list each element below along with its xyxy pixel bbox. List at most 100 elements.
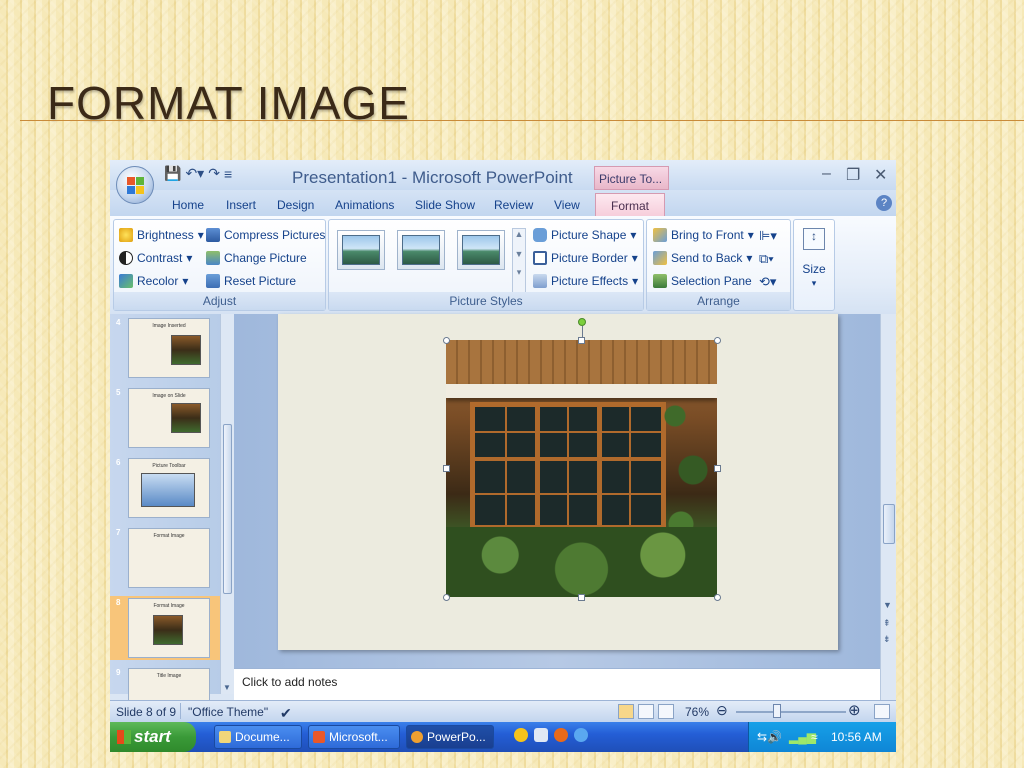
reset-picture-button[interactable]: Reset Picture bbox=[206, 274, 296, 288]
taskbar-item-powerpoint[interactable]: PowerPo... bbox=[406, 725, 494, 749]
notes-scrollbar[interactable] bbox=[880, 668, 896, 700]
align-button[interactable]: ⊫▾ bbox=[759, 228, 777, 244]
scrollbar-thumb[interactable] bbox=[883, 504, 895, 544]
resize-handle[interactable] bbox=[578, 594, 585, 601]
selection-pane-button[interactable]: Selection Pane bbox=[653, 274, 752, 288]
picture-style-3[interactable] bbox=[457, 230, 505, 270]
slide-thumbnail-row-selected[interactable]: 8 Format Image bbox=[110, 596, 220, 660]
notes-placeholder[interactable]: Click to add notes bbox=[242, 675, 337, 689]
slide-thumbnail-row[interactable]: 5 Image on Slide bbox=[110, 386, 220, 450]
rotate-button[interactable]: ⟲▾ bbox=[759, 274, 776, 290]
normal-view-button[interactable] bbox=[618, 704, 634, 719]
wifi-icon[interactable]: ≈ bbox=[811, 730, 818, 744]
minimize-button[interactable]: – bbox=[822, 165, 831, 183]
notes-pane[interactable]: Click to add notes bbox=[234, 668, 880, 700]
brightness-button[interactable]: Brightness ▾ bbox=[119, 228, 204, 242]
bring-to-front-button[interactable]: Bring to Front ▾ bbox=[653, 228, 754, 242]
picture-shape-button[interactable]: Picture Shape ▾ bbox=[533, 228, 636, 242]
recolor-button[interactable]: Recolor ▾ bbox=[119, 274, 188, 288]
help-icon[interactable]: ? bbox=[876, 195, 892, 211]
slides-pane: 4 Image Inserted 5 Image on Slide 6 Pict… bbox=[110, 314, 234, 728]
zoom-level[interactable]: 76% bbox=[685, 705, 709, 719]
close-button[interactable]: ✕ bbox=[874, 165, 887, 185]
picture-border-button[interactable]: Picture Border ▾ bbox=[533, 251, 638, 265]
tab-slide-show[interactable]: Slide Show bbox=[415, 198, 475, 212]
contrast-button[interactable]: Contrast ▾ bbox=[119, 251, 192, 265]
thumbnail-image bbox=[171, 335, 201, 365]
zoom-in-icon[interactable]: ⊕ bbox=[848, 701, 861, 719]
compress-pictures-button[interactable]: Compress Pictures bbox=[206, 228, 325, 242]
send-to-back-button[interactable]: Send to Back ▾ bbox=[653, 251, 752, 265]
previous-slide-icon[interactable]: ⇞ bbox=[883, 618, 891, 629]
rotation-handle[interactable] bbox=[578, 318, 586, 326]
size-button[interactable]: ↕ Size ▾ bbox=[793, 219, 835, 311]
next-slide-icon[interactable]: ⇟ bbox=[883, 634, 891, 645]
picture-style-2[interactable] bbox=[397, 230, 445, 270]
zoom-out-icon[interactable]: ⊖ bbox=[716, 702, 728, 719]
resize-handle[interactable] bbox=[714, 337, 721, 344]
group-button[interactable]: ⧉▾ bbox=[759, 251, 774, 267]
slide-thumbnail-row[interactable]: 6 Picture Toolbar bbox=[110, 456, 220, 520]
zoom-slider-knob[interactable] bbox=[773, 704, 781, 718]
network-icon[interactable]: ⇆🔊 bbox=[757, 730, 782, 744]
slide-vertical-scrollbar[interactable]: ▼ ⇞ ⇟ bbox=[880, 314, 896, 668]
slide-number: 8 bbox=[116, 598, 121, 607]
more-styles-icon[interactable]: ▾ bbox=[513, 267, 525, 278]
restore-button[interactable]: ❐ bbox=[846, 165, 860, 185]
slide-thumbnail[interactable]: Format Image bbox=[128, 528, 210, 588]
resize-handle[interactable] bbox=[443, 594, 450, 601]
dropdown-arrow-icon: ▾ bbox=[197, 228, 204, 242]
picture-effects-button[interactable]: Picture Effects ▾ bbox=[533, 274, 638, 288]
scrollbar-thumb[interactable] bbox=[223, 424, 232, 594]
styles-gallery-scroll[interactable]: ▲ ▼ ▾ bbox=[512, 228, 526, 294]
slide-thumbnail[interactable]: Image Inserted bbox=[128, 318, 210, 378]
spell-check-icon[interactable]: ✔ bbox=[280, 705, 292, 722]
window-title: Presentation1 - Microsoft PowerPoint bbox=[292, 168, 573, 187]
save-icon[interactable]: 💾 bbox=[164, 165, 181, 182]
send-to-back-label: Send to Back bbox=[671, 251, 743, 265]
resize-handle[interactable] bbox=[578, 337, 585, 344]
current-slide[interactable] bbox=[278, 314, 838, 650]
taskbar-item-documents[interactable]: Docume... bbox=[214, 725, 302, 749]
slide-thumbnail[interactable]: Format Image bbox=[128, 598, 210, 658]
bring-to-front-icon bbox=[653, 228, 667, 242]
slide-thumbnail[interactable]: Picture Toolbar bbox=[128, 458, 210, 518]
app-icon[interactable] bbox=[534, 728, 548, 742]
customize-qat-icon[interactable]: ≡ bbox=[224, 166, 232, 182]
slide-thumbnail[interactable]: Image on Slide bbox=[128, 388, 210, 448]
ie-icon[interactable] bbox=[574, 728, 588, 742]
slide-sorter-button[interactable] bbox=[638, 704, 654, 719]
resize-handle[interactable] bbox=[714, 594, 721, 601]
tab-format[interactable]: Format bbox=[595, 193, 665, 217]
resize-handle[interactable] bbox=[714, 465, 721, 472]
scroll-down-icon[interactable]: ▼ bbox=[513, 249, 525, 259]
tab-view[interactable]: View bbox=[554, 198, 580, 212]
selected-picture[interactable] bbox=[446, 340, 717, 597]
undo-icon[interactable]: ↶▾ bbox=[185, 165, 204, 182]
picture-style-1[interactable] bbox=[337, 230, 385, 270]
chrome-icon[interactable] bbox=[514, 728, 528, 742]
tab-home[interactable]: Home bbox=[172, 198, 204, 212]
slideshow-button[interactable] bbox=[658, 704, 674, 719]
zoom-slider-track[interactable] bbox=[736, 711, 846, 713]
tab-insert[interactable]: Insert bbox=[226, 198, 256, 212]
tab-animations[interactable]: Animations bbox=[335, 198, 394, 212]
resize-handle[interactable] bbox=[443, 465, 450, 472]
redo-icon[interactable]: ↷ bbox=[208, 165, 220, 182]
firefox-icon[interactable] bbox=[554, 728, 568, 742]
slide-thumbnail-row[interactable]: 4 Image Inserted bbox=[110, 316, 220, 380]
slide-thumbnail-row[interactable]: 7 Format Image bbox=[110, 526, 220, 590]
fit-slide-button[interactable] bbox=[874, 704, 890, 719]
align-icon: ⊫▾ bbox=[759, 228, 777, 243]
tab-review[interactable]: Review bbox=[494, 198, 533, 212]
resize-handle[interactable] bbox=[443, 337, 450, 344]
scroll-down-icon[interactable]: ▼ bbox=[223, 683, 231, 692]
scroll-down-icon[interactable]: ▼ bbox=[883, 600, 892, 610]
start-button[interactable]: start bbox=[110, 722, 196, 752]
slides-pane-scrollbar[interactable]: ▼ bbox=[220, 314, 234, 694]
office-button[interactable] bbox=[116, 166, 154, 204]
taskbar-item-microsoft[interactable]: Microsoft... bbox=[308, 725, 400, 749]
scroll-up-icon[interactable]: ▲ bbox=[513, 229, 525, 239]
tab-design[interactable]: Design bbox=[277, 198, 314, 212]
change-picture-button[interactable]: Change Picture bbox=[206, 251, 307, 265]
